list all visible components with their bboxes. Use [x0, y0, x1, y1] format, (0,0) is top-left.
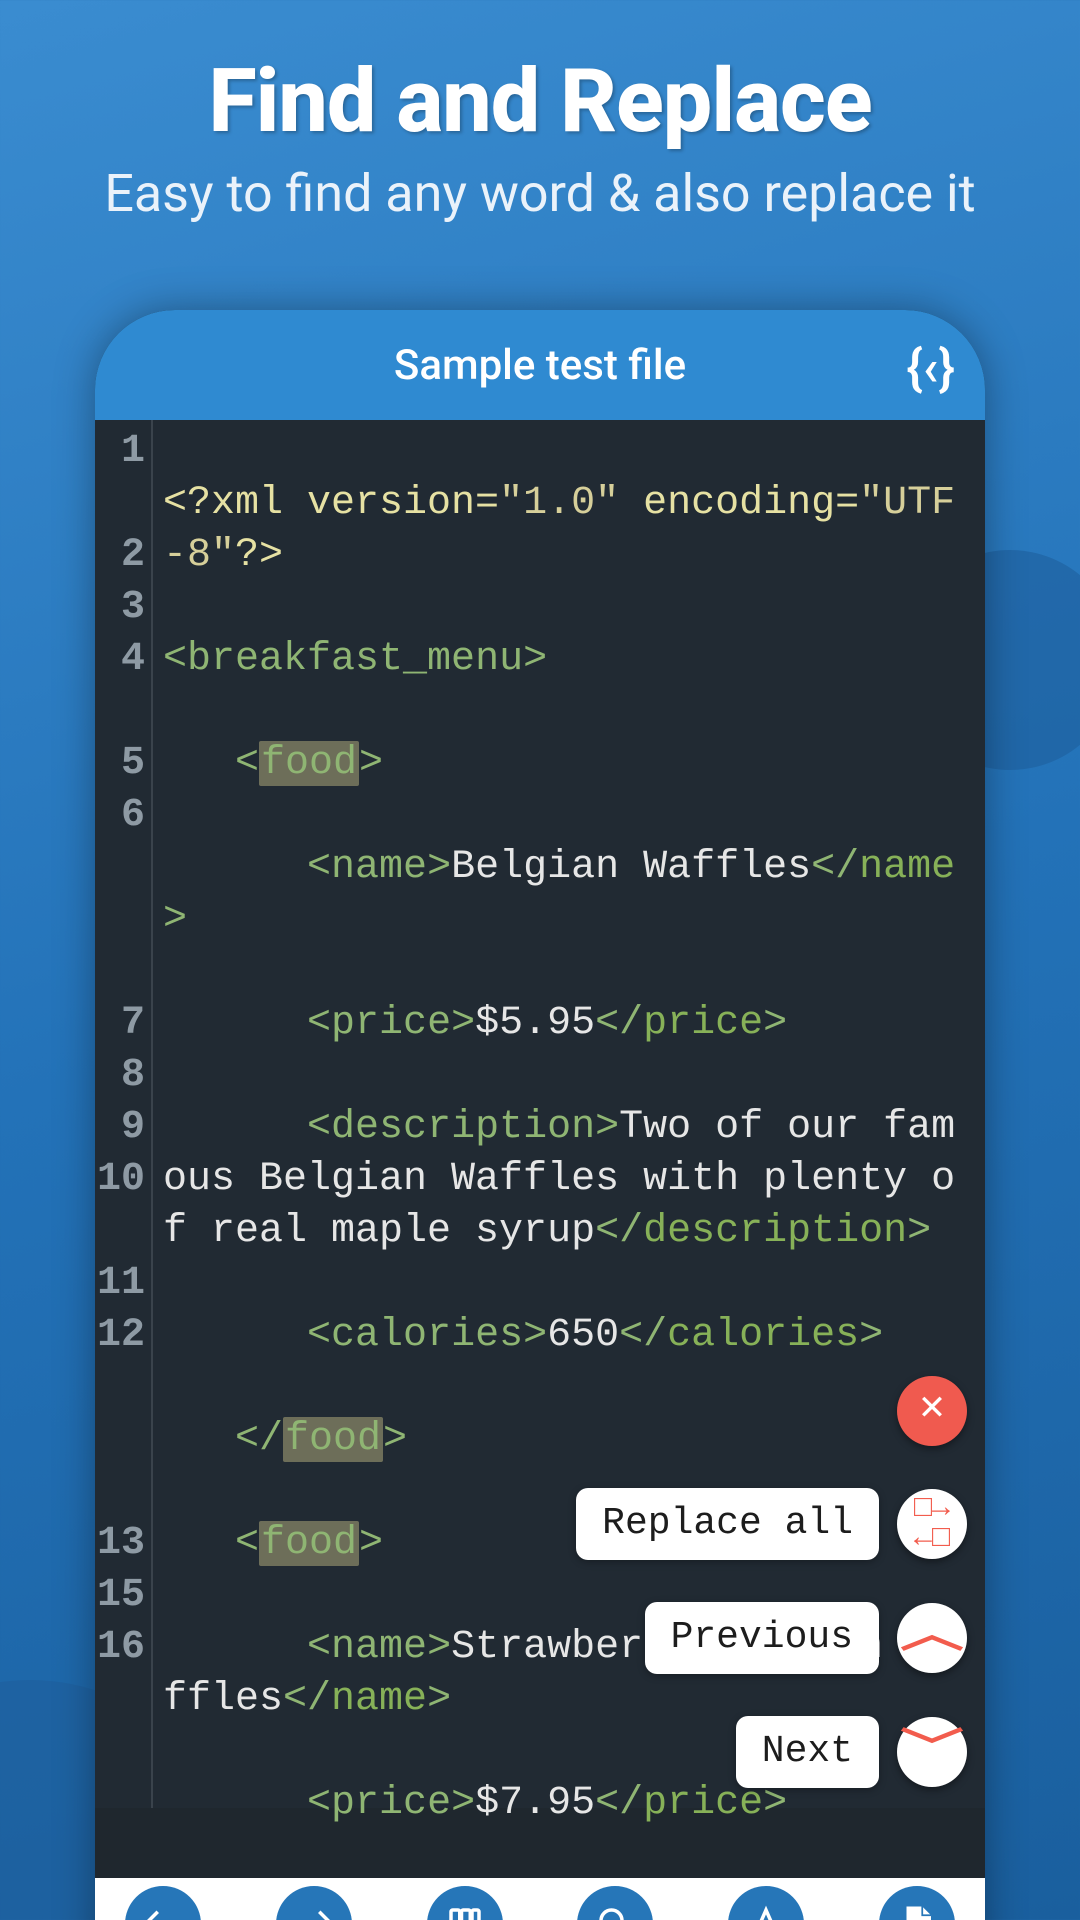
close-icon: ✕ — [918, 1385, 947, 1437]
search-button[interactable] — [577, 1886, 653, 1920]
chevron-down-icon: ﹀ — [900, 1726, 964, 1778]
line-number: 15 — [95, 1570, 145, 1622]
promo-title: Find and Replace — [0, 50, 1080, 153]
line-number: 16 — [95, 1622, 145, 1674]
chevron-up-icon: ︿ — [900, 1612, 964, 1664]
line-number: 12 — [95, 1310, 145, 1362]
line-number-gutter: 1 2 3 4 5 6 7 8 9 10 11 12 13 15 16 — [95, 420, 153, 1808]
search-match: food — [259, 741, 359, 786]
share-code-icon[interactable]: {‹} — [906, 340, 955, 398]
line-number: 1 — [95, 426, 145, 478]
bottom-toolbar: PDF — [95, 1878, 985, 1920]
find-replace-controls: ✕ Replace all □→←□ Previous ︿ Next ﹀ — [576, 1376, 967, 1788]
redo-button[interactable] — [276, 1886, 352, 1920]
search-match: food — [259, 1521, 359, 1566]
next-label: Next — [736, 1716, 879, 1788]
undo-icon — [142, 1903, 184, 1920]
code-editor[interactable]: 1 2 3 4 5 6 7 8 9 10 11 12 13 15 16 <?xm… — [95, 420, 985, 1808]
line-number: 2 — [95, 530, 145, 582]
line-number: 6 — [95, 790, 145, 842]
columns-button[interactable] — [427, 1886, 503, 1920]
replace-all-label: Replace all — [576, 1488, 879, 1560]
close-button[interactable]: ✕ — [897, 1376, 967, 1446]
previous-label: Previous — [645, 1602, 879, 1674]
search-icon — [594, 1903, 636, 1920]
line-number: 5 — [95, 738, 145, 790]
font-icon — [745, 1903, 787, 1920]
line-number: 3 — [95, 582, 145, 634]
export-pdf-button[interactable]: PDF — [879, 1886, 955, 1920]
replace-icon: □→←□ — [914, 1494, 950, 1554]
search-match: food — [283, 1417, 383, 1462]
line-number: 10 — [95, 1154, 145, 1206]
app-bar: Sample test file {‹} — [95, 310, 985, 420]
line-number: 4 — [95, 634, 145, 686]
line-number: 9 — [95, 1102, 145, 1154]
file-title: Sample test file — [394, 341, 686, 390]
promo-subtitle: Easy to find any word & also replace it — [0, 163, 1080, 224]
replace-all-button[interactable]: □→←□ — [897, 1489, 967, 1559]
line-number: 8 — [95, 1050, 145, 1102]
next-button[interactable]: ﹀ — [897, 1717, 967, 1787]
pdf-icon: PDF — [896, 1903, 938, 1920]
line-number: 7 — [95, 998, 145, 1050]
line-number: 13 — [95, 1518, 145, 1570]
phone-frame: Sample test file {‹} 1 2 3 4 5 6 7 8 9 1… — [95, 310, 985, 1920]
columns-icon — [444, 1903, 486, 1920]
undo-button[interactable] — [125, 1886, 201, 1920]
redo-icon — [293, 1903, 335, 1920]
previous-button[interactable]: ︿ — [897, 1603, 967, 1673]
line-number: 11 — [95, 1258, 145, 1310]
font-button[interactable] — [728, 1886, 804, 1920]
